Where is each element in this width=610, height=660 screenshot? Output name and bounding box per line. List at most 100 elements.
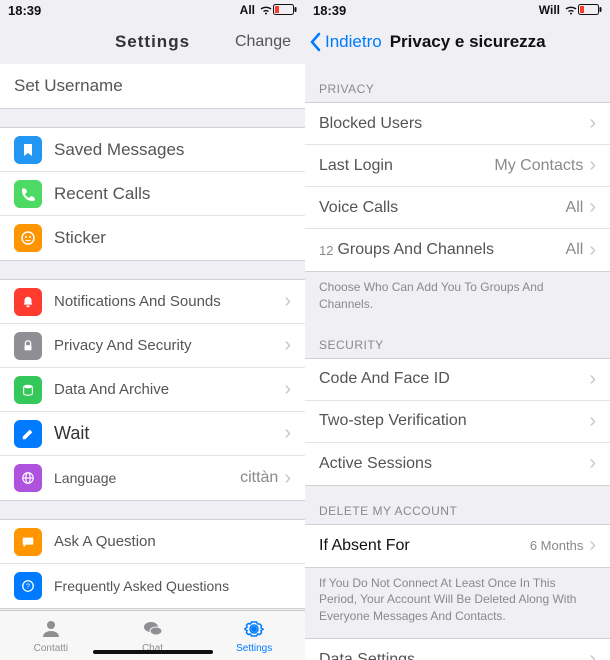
cell-value: All <box>566 241 584 259</box>
sticker-icon <box>14 224 42 252</box>
cell-label: Recent Calls <box>54 184 291 204</box>
chat-bubbles-icon <box>141 617 165 641</box>
cell-label: Last Login <box>319 157 393 175</box>
cell-label: Data Settings <box>319 651 415 660</box>
bell-icon <box>14 288 42 316</box>
chevron-left-icon <box>309 32 321 52</box>
home-indicator[interactable] <box>93 650 213 654</box>
settings-content[interactable]: Set Username Saved Messages Recent Calls… <box>0 64 305 610</box>
cell-prefix: 12 <box>319 243 333 258</box>
battery-icon <box>578 3 602 18</box>
lock-icon <box>14 332 42 360</box>
cell-label: Ask A Question <box>54 533 291 550</box>
section-footer: Choose Who Can Add You To Groups And Cha… <box>305 272 610 320</box>
chevron-icon: › <box>284 422 291 445</box>
active-sessions-cell[interactable]: Active Sessions › <box>305 443 610 485</box>
last-login-cell[interactable]: Last Login My Contacts › <box>305 145 610 187</box>
section-header-delete: DELETE MY ACCOUNT <box>305 486 610 524</box>
code-faceid-cell[interactable]: Code And Face ID › <box>305 359 610 401</box>
chevron-icon: › <box>589 154 596 177</box>
svg-text:?: ? <box>26 584 30 591</box>
nav-title: Privacy e sicurezza <box>390 32 546 52</box>
person-icon <box>39 617 63 641</box>
cell-value: All <box>566 199 584 217</box>
chevron-icon: › <box>284 334 291 357</box>
nav-bar: Settings Change <box>0 20 305 64</box>
cell-value: cittàn <box>240 469 278 487</box>
cell-label: Code And Face ID <box>319 370 450 388</box>
chevron-icon: › <box>589 410 596 433</box>
cell-label: If Absent For <box>319 537 410 555</box>
privacy-cell[interactable]: Privacy And Security › <box>0 324 305 368</box>
tab-settings[interactable]: Settings <box>203 611 305 660</box>
cell-label: Wait <box>54 423 284 444</box>
appearance-cell[interactable]: Wait › <box>0 412 305 456</box>
chat-icon <box>14 528 42 556</box>
wifi-icon <box>564 3 578 18</box>
if-absent-cell[interactable]: If Absent For 6 Months › <box>305 525 610 567</box>
chevron-icon: › <box>284 378 291 401</box>
cell-label: Voice Calls <box>319 199 398 217</box>
data-archive-cell[interactable]: Data And Archive › <box>0 368 305 412</box>
two-step-cell[interactable]: Two-step Verification › <box>305 401 610 443</box>
tab-label: Settings <box>236 643 272 654</box>
cell-label: Data And Archive <box>54 381 284 398</box>
nav-title: Settings <box>0 32 305 52</box>
section-header-privacy: PRIVACY <box>305 64 610 102</box>
pencil-icon <box>14 420 42 448</box>
privacy-screen: 18:39 Will Indietro Privacy e sicurezza … <box>305 0 610 660</box>
chevron-icon: › <box>589 452 596 475</box>
cell-label: Frequently Asked Questions <box>54 578 291 594</box>
cell-label: Notifications And Sounds <box>54 293 284 310</box>
cell-label: Privacy And Security <box>54 337 284 354</box>
saved-messages-cell[interactable]: Saved Messages <box>0 128 305 172</box>
cell-value: My Contacts <box>494 157 583 175</box>
language-cell[interactable]: Language cittàn › <box>0 456 305 500</box>
chevron-icon: › <box>284 290 291 313</box>
cell-label: Sticker <box>54 228 291 248</box>
groups-channels-cell[interactable]: 12 Groups And Channels All › <box>305 229 610 271</box>
data-icon <box>14 376 42 404</box>
chevron-icon: › <box>589 239 596 262</box>
settings-screen: 18:39 All Settings Change Set Username S… <box>0 0 305 660</box>
cell-value: 6 Months <box>530 538 583 553</box>
cell-label: Two-step Verification <box>319 412 467 430</box>
voice-calls-cell[interactable]: Voice Calls All › <box>305 187 610 229</box>
recent-calls-cell[interactable]: Recent Calls <box>0 172 305 216</box>
blocked-users-cell[interactable]: Blocked Users › <box>305 103 610 145</box>
phone-icon <box>14 180 42 208</box>
chevron-icon: › <box>589 368 596 391</box>
cell-label: Saved Messages <box>54 140 291 160</box>
back-label: Indietro <box>325 32 382 52</box>
wifi-icon <box>259 3 273 18</box>
chevron-icon: › <box>589 648 596 660</box>
chevron-icon: › <box>284 467 291 490</box>
back-button[interactable]: Indietro <box>309 32 382 52</box>
bookmark-icon <box>14 136 42 164</box>
username-label: Set Username <box>14 76 291 96</box>
nav-bar: Indietro Privacy e sicurezza <box>305 20 610 64</box>
username-cell[interactable]: Set Username <box>0 64 305 108</box>
section-header-security: SECURITY <box>305 320 610 358</box>
chevron-icon: › <box>589 112 596 135</box>
sticker-cell[interactable]: Sticker <box>0 216 305 260</box>
help-icon: ? <box>14 572 42 600</box>
section-footer: If You Do Not Connect At Least Once In T… <box>305 568 610 632</box>
tab-label: Contatti <box>34 643 68 654</box>
cell-label: Active Sessions <box>319 455 432 473</box>
status-bar: 18:39 All <box>0 0 305 20</box>
status-carrier: Will <box>539 3 560 17</box>
notifications-cell[interactable]: Notifications And Sounds › <box>0 280 305 324</box>
status-carrier: All <box>240 3 255 17</box>
chevron-icon: › <box>589 534 596 557</box>
data-settings-cell[interactable]: Data Settings › <box>305 639 610 660</box>
tab-contacts[interactable]: Contatti <box>0 611 102 660</box>
battery-icon <box>273 3 297 18</box>
faq-cell[interactable]: ? Frequently Asked Questions <box>0 564 305 608</box>
ask-question-cell[interactable]: Ask A Question <box>0 520 305 564</box>
status-bar: 18:39 Will <box>305 0 610 20</box>
privacy-content[interactable]: PRIVACY Blocked Users › Last Login My Co… <box>305 64 610 660</box>
globe-icon <box>14 464 42 492</box>
chevron-icon: › <box>589 196 596 219</box>
cell-label: Blocked Users <box>319 115 422 133</box>
